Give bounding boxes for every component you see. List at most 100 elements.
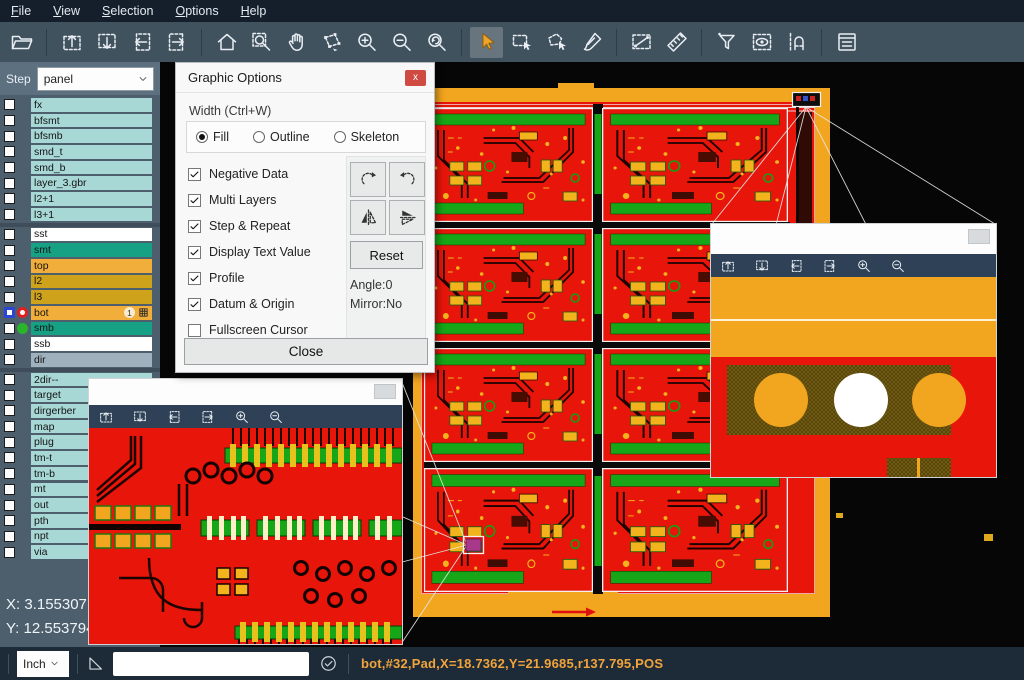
layer-row-smt[interactable]: smt [0,242,160,258]
layer-row-bfsmt[interactable]: bfsmt [0,113,160,129]
layer-checkbox[interactable] [4,515,15,526]
layer-checkbox[interactable] [4,229,15,240]
checkbox-box[interactable] [188,168,201,181]
window-button[interactable] [968,229,990,244]
menu-item-file[interactable]: File [0,0,42,22]
tool-view-down[interactable] [131,408,148,425]
layer-name[interactable]: l2 [31,275,152,289]
magnifier-window-left[interactable] [88,378,403,645]
menu-item-selection[interactable]: Selection [91,0,164,22]
layer-checkbox[interactable] [4,323,15,334]
checkbox-box[interactable] [188,298,201,311]
layer-name[interactable]: layer_3.gbr [31,176,152,190]
layer-name[interactable]: bot1 [31,306,152,320]
tool-filter-tool[interactable] [710,27,743,58]
layer-checkbox[interactable] [4,421,15,432]
layer-checkbox[interactable] [4,276,15,287]
layer-name[interactable]: bfsmt [31,114,152,128]
checkbox-box[interactable] [188,324,201,337]
unit-select[interactable]: Inch [17,651,69,677]
magnifier-titlebar[interactable] [89,379,402,405]
menu-item-options[interactable]: Options [164,0,229,22]
layer-checkbox[interactable] [4,146,15,157]
rotate-counterclockwise-button[interactable] [389,162,425,197]
layer-checkbox[interactable] [4,390,15,401]
mirror-horizontal-button[interactable] [350,200,386,235]
tool-zoom-in[interactable] [350,27,383,58]
layer-checkbox[interactable] [4,452,15,463]
layer-row-top[interactable]: top [0,258,160,274]
layer-row-sst[interactable]: sst [0,227,160,243]
tool-view-down[interactable] [90,27,123,58]
layer-checkbox[interactable] [4,374,15,385]
dialog-titlebar[interactable]: Graphic Options x [176,63,434,93]
radio-outline[interactable]: Outline [253,130,310,144]
layer-checkbox[interactable] [4,209,15,220]
layer-name[interactable]: l3+1 [31,208,152,222]
layer-name[interactable]: smt [31,243,152,257]
close-icon[interactable]: x [405,70,426,86]
radio-circle[interactable] [196,131,208,143]
layer-checkbox[interactable] [4,162,15,173]
layer-checkbox[interactable] [4,292,15,303]
layer-checkbox[interactable] [4,99,15,110]
tool-view-left[interactable] [787,257,804,274]
tool-snap-tool[interactable] [780,27,813,58]
layer-row-l2+1[interactable]: l2+1 [0,191,160,207]
tool-select-polygon[interactable] [540,27,573,58]
layer-checkbox[interactable] [4,437,15,448]
rotate-clockwise-button[interactable] [350,162,386,197]
layer-row-bot[interactable]: bot1 [0,305,160,321]
layer-name[interactable]: smd_b [31,161,152,175]
layer-name[interactable]: l3 [31,290,152,304]
menu-item-view[interactable]: View [42,0,91,22]
tool-zoom-previous[interactable] [420,27,453,58]
checkbox-profile[interactable]: Profile [188,265,338,291]
tool-open-file[interactable] [5,27,38,58]
layer-name[interactable]: top [31,259,152,273]
layer-name[interactable]: dir [31,353,152,367]
menu-item-help[interactable]: Help [230,0,278,22]
tool-zoom-out[interactable] [889,257,906,274]
layer-checkbox[interactable] [4,405,15,416]
tool-view-down[interactable] [753,257,770,274]
layer-checkbox[interactable] [4,339,15,350]
layer-row-ssb[interactable]: ssb [0,336,160,352]
tool-view-up[interactable] [719,257,736,274]
tool-zoom-in[interactable] [233,408,250,425]
layer-checkbox[interactable] [4,531,15,542]
reset-button[interactable]: Reset [350,241,423,269]
layer-checkbox[interactable] [4,178,15,189]
radio-fill[interactable]: Fill [196,130,229,144]
apply-icon[interactable] [319,654,338,673]
layer-row-l3+1[interactable]: l3+1 [0,207,160,223]
layer-row-l3[interactable]: l3 [0,289,160,305]
tool-view-left[interactable] [125,27,158,58]
layer-checkbox[interactable] [4,245,15,256]
layer-checkbox[interactable] [4,307,15,318]
layer-row-smb[interactable]: smb [0,321,160,337]
layer-row-fx[interactable]: fx [0,97,160,113]
radio-circle[interactable] [253,131,265,143]
command-input[interactable] [113,652,309,676]
layer-checkbox[interactable] [4,193,15,204]
checkbox-box[interactable] [188,220,201,233]
layer-row-layer_3.gbr[interactable]: layer_3.gbr [0,175,160,191]
layer-checkbox[interactable] [4,354,15,365]
tool-home-view[interactable] [210,27,243,58]
tool-view-up[interactable] [55,27,88,58]
layer-row-smd_t[interactable]: smd_t [0,144,160,160]
layer-checkbox[interactable] [4,500,15,511]
layer-checkbox[interactable] [4,131,15,142]
layer-checkbox[interactable] [4,260,15,271]
layer-checkbox[interactable] [4,115,15,126]
layer-name[interactable]: l2+1 [31,192,152,206]
tool-ruler-tool[interactable] [660,27,693,58]
tool-view-right[interactable] [160,27,193,58]
magnifier-window-right[interactable] [710,223,997,478]
checkbox-box[interactable] [188,272,201,285]
tool-view-right[interactable] [199,408,216,425]
tool-view-up[interactable] [97,408,114,425]
checkbox-box[interactable] [188,194,201,207]
tool-view-left[interactable] [165,408,182,425]
